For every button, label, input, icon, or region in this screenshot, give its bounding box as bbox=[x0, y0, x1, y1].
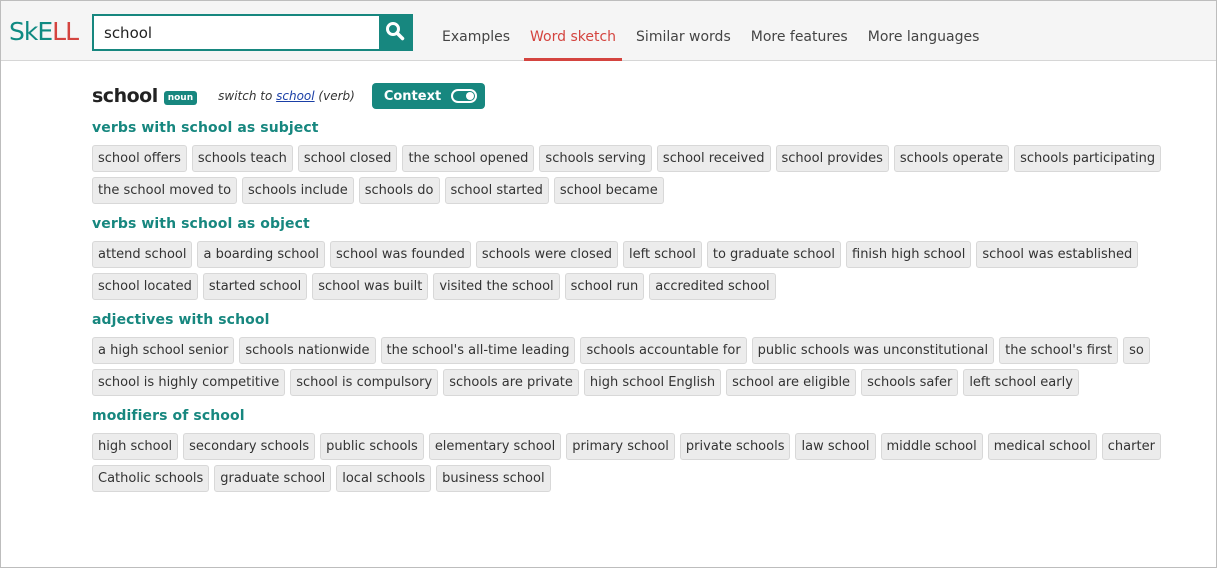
collocation-chip[interactable]: schools accountable for bbox=[580, 337, 747, 364]
collocation-chip[interactable]: Catholic schools bbox=[92, 465, 210, 492]
collocation-chip[interactable]: school became bbox=[553, 177, 664, 204]
collocation-chip[interactable]: visited the school bbox=[433, 273, 560, 300]
collocation-chip[interactable]: left school bbox=[623, 241, 702, 268]
collocation-chip[interactable]: medical school bbox=[987, 433, 1097, 460]
skell-logo[interactable]: SkELL bbox=[9, 14, 79, 50]
switch-pos-link[interactable]: school bbox=[276, 89, 314, 103]
logo-part-1: SkE bbox=[9, 17, 53, 46]
collocation-chip[interactable]: schools operate bbox=[893, 145, 1010, 172]
collocation-chip[interactable]: finish high school bbox=[846, 241, 972, 268]
collocation-chip[interactable]: school received bbox=[656, 145, 771, 172]
collocation-chip[interactable]: middle school bbox=[880, 433, 983, 460]
collocation-chip[interactable]: school located bbox=[92, 273, 198, 300]
collocation-chip[interactable]: a high school senior bbox=[92, 337, 235, 364]
collocation-chip[interactable]: attend school bbox=[92, 241, 193, 268]
collocation-row: a high school senior schools nationwide th… bbox=[92, 337, 1212, 364]
headword: school bbox=[92, 85, 158, 107]
switch-prefix: switch to bbox=[218, 89, 277, 103]
collocation-row: school offers schools teach school closed t… bbox=[92, 145, 1212, 172]
relation-title[interactable]: adjectives with school bbox=[92, 308, 1212, 332]
relation-section: adjectives with school a high school seni… bbox=[92, 308, 1212, 396]
collocation-chip[interactable]: elementary school bbox=[428, 433, 562, 460]
collocation-chip[interactable]: a boarding school bbox=[197, 241, 326, 268]
collocation-chip[interactable]: school was founded bbox=[330, 241, 471, 268]
main-nav: Examples Word sketch Similar words More … bbox=[442, 1, 999, 61]
collocation-row: school located started school school was b… bbox=[92, 273, 1212, 300]
search-icon bbox=[385, 21, 405, 45]
collocation-chip[interactable]: the school opened bbox=[402, 145, 535, 172]
collocation-chip[interactable]: school was built bbox=[312, 273, 429, 300]
context-label: Context bbox=[383, 88, 442, 104]
collocation-chip[interactable]: schools are private bbox=[443, 369, 579, 396]
search-box bbox=[92, 14, 413, 51]
search-input[interactable] bbox=[94, 16, 379, 49]
collocation-chip[interactable]: school is compulsory bbox=[290, 369, 439, 396]
collocation-chip[interactable]: school was established bbox=[976, 241, 1139, 268]
collocation-chip[interactable]: charter bbox=[1101, 433, 1161, 460]
collocation-chip[interactable]: high school bbox=[92, 433, 179, 460]
collocation-chip[interactable]: school provides bbox=[775, 145, 889, 172]
collocation-chip[interactable]: left school early bbox=[963, 369, 1079, 396]
collocation-chip[interactable]: school run bbox=[564, 273, 645, 300]
switch-pos: switch to school (verb) bbox=[218, 89, 355, 103]
collocation-chip[interactable]: primary school bbox=[566, 433, 675, 460]
collocation-chip[interactable]: the school's all-time leading bbox=[380, 337, 576, 364]
switch-suffix: (verb) bbox=[314, 89, 355, 103]
nav-similar-words[interactable]: Similar words bbox=[636, 1, 731, 61]
collocation-row: the school moved to schools include school… bbox=[92, 177, 1212, 204]
collocation-chip[interactable]: public schools was unconstitutional bbox=[751, 337, 995, 364]
collocation-chip[interactable]: the school moved to bbox=[92, 177, 238, 204]
word-sketch-content: school noun switch to school (verb) Cont… bbox=[92, 79, 1212, 492]
nav-more-languages[interactable]: More languages bbox=[868, 1, 980, 61]
collocation-chip[interactable]: school started bbox=[444, 177, 549, 204]
context-toggle-button[interactable]: Context bbox=[371, 83, 486, 109]
relation-title[interactable]: verbs with school as object bbox=[92, 212, 1212, 236]
collocation-chip[interactable]: started school bbox=[202, 273, 308, 300]
pos-badge: noun bbox=[163, 91, 198, 105]
collocation-chip[interactable]: schools participating bbox=[1014, 145, 1162, 172]
collocation-chip[interactable]: law school bbox=[795, 433, 876, 460]
nav-more-features[interactable]: More features bbox=[751, 1, 848, 61]
collocation-row: high school secondary schools public schoo… bbox=[92, 433, 1212, 460]
relation-title[interactable]: modifiers of school bbox=[92, 404, 1212, 428]
collocation-row: attend school a boarding school school was… bbox=[92, 241, 1212, 268]
collocation-row: school is highly competitive school is co… bbox=[92, 369, 1212, 396]
collocation-chip[interactable]: local schools bbox=[336, 465, 432, 492]
collocation-chip[interactable]: schools teach bbox=[191, 145, 293, 172]
collocation-chip[interactable]: to graduate school bbox=[706, 241, 841, 268]
app-frame: SkELL Examples Word sketch Similar words… bbox=[0, 0, 1217, 568]
sections-container: verbs with school as subject school offer… bbox=[92, 116, 1212, 492]
nav-word-sketch[interactable]: Word sketch bbox=[524, 1, 623, 61]
collocation-chip[interactable]: graduate school bbox=[214, 465, 332, 492]
collocation-chip[interactable]: schools include bbox=[242, 177, 354, 204]
collocation-chip[interactable]: schools safer bbox=[861, 369, 959, 396]
top-bar: SkELL Examples Word sketch Similar words… bbox=[1, 1, 1216, 61]
collocation-chip[interactable]: high school English bbox=[583, 369, 722, 396]
collocation-chip[interactable]: accredited school bbox=[649, 273, 776, 300]
collocation-chip[interactable]: private schools bbox=[679, 433, 791, 460]
collocation-chip[interactable]: school offers bbox=[92, 145, 187, 172]
relation-title[interactable]: verbs with school as subject bbox=[92, 116, 1212, 140]
collocation-chip[interactable]: the school's first bbox=[999, 337, 1119, 364]
collocation-chip[interactable]: business school bbox=[436, 465, 551, 492]
collocation-row: Catholic schools graduate school local sch… bbox=[92, 465, 1212, 492]
collocation-chip[interactable]: school closed bbox=[297, 145, 398, 172]
headword-row: school noun switch to school (verb) Cont… bbox=[92, 79, 1212, 113]
search-button[interactable] bbox=[379, 16, 411, 49]
collocation-chip[interactable]: schools were closed bbox=[475, 241, 618, 268]
collocation-chip[interactable]: secondary schools bbox=[183, 433, 316, 460]
collocation-chip[interactable]: school is highly competitive bbox=[92, 369, 286, 396]
relation-section: modifiers of school high school secondary … bbox=[92, 404, 1212, 492]
nav-examples[interactable]: Examples bbox=[442, 1, 510, 61]
collocation-chip[interactable]: schools serving bbox=[539, 145, 652, 172]
collocation-chip[interactable]: schools nationwide bbox=[239, 337, 376, 364]
toggle-switch-icon bbox=[451, 89, 478, 103]
collocation-chip[interactable]: so bbox=[1123, 337, 1150, 364]
relation-section: verbs with school as object attend school… bbox=[92, 212, 1212, 300]
collocation-chip[interactable]: schools do bbox=[358, 177, 440, 204]
logo-part-2: LL bbox=[52, 17, 79, 46]
collocation-chip[interactable]: public schools bbox=[320, 433, 424, 460]
relation-section: verbs with school as subject school offer… bbox=[92, 116, 1212, 204]
collocation-chip[interactable]: school are eligible bbox=[726, 369, 857, 396]
